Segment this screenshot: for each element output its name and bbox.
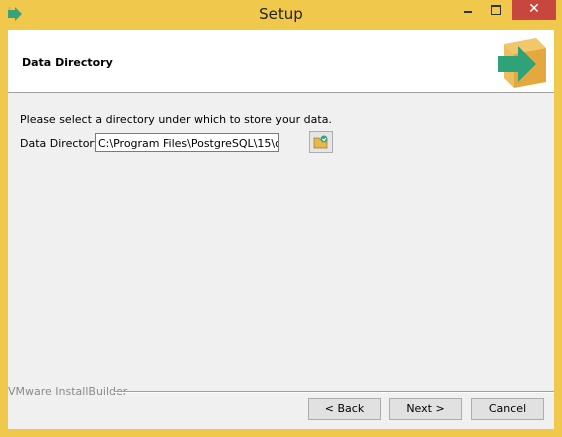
close-icon: ✕	[528, 1, 540, 17]
title-bar[interactable]: Setup ✕	[0, 0, 562, 30]
dialog-body: Data Directory Please select a directory…	[8, 30, 554, 429]
installbuilder-brand: VMware InstallBuilder	[8, 385, 128, 398]
back-button[interactable]: < Back	[308, 398, 381, 420]
cancel-button[interactable]: Cancel	[471, 398, 544, 420]
browse-button[interactable]	[309, 131, 333, 153]
setup-window: Setup ✕ Data Directory Please select a d…	[0, 0, 562, 437]
next-button[interactable]: Next >	[389, 398, 462, 420]
box-arrow-icon	[496, 34, 548, 89]
page-title: Data Directory	[22, 56, 113, 69]
close-button[interactable]: ✕	[512, 0, 556, 20]
data-directory-field[interactable]: C:\Program Files\PostgreSQL\15\data	[95, 133, 279, 152]
data-directory-label: Data Directory	[20, 137, 101, 150]
footer-divider	[114, 391, 554, 393]
maximize-button[interactable]	[483, 0, 509, 20]
instruction-text: Please select a directory under which to…	[20, 113, 332, 126]
data-directory-value: C:\Program Files\PostgreSQL\15\data	[98, 137, 278, 150]
page-header: Data Directory	[8, 30, 554, 93]
minimize-button[interactable]	[455, 0, 481, 20]
